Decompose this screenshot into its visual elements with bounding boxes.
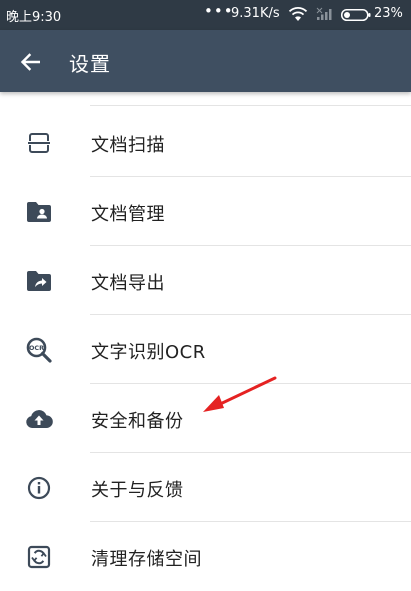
svg-text:OCR: OCR bbox=[29, 344, 44, 352]
cloud-upload-icon bbox=[25, 406, 53, 432]
settings-item-label: 文档管理 bbox=[91, 204, 165, 225]
folder-export-icon bbox=[25, 268, 53, 294]
ocr-search-icon: OCR bbox=[25, 337, 53, 363]
settings-item-label: 文档导出 bbox=[91, 273, 165, 294]
status-dots: ••• bbox=[204, 2, 234, 20]
info-icon bbox=[25, 475, 53, 501]
folder-user-icon bbox=[25, 199, 53, 225]
settings-item-label: 文档扫描 bbox=[91, 135, 165, 156]
settings-list: 文档扫描 文档管理 文档导出 OCR 文字识别OCR 安全和备份 关于与反馈 清… bbox=[0, 92, 411, 590]
arrow-left-icon bbox=[20, 53, 40, 71]
signal-icon bbox=[316, 7, 332, 20]
settings-item-clean-storage[interactable]: 清理存储空间 bbox=[0, 522, 411, 591]
settings-item-label: 清理存储空间 bbox=[91, 549, 202, 570]
back-button[interactable] bbox=[12, 44, 48, 80]
settings-item-about-feedback[interactable]: 关于与反馈 bbox=[0, 453, 411, 522]
settings-item-label: 安全和备份 bbox=[91, 411, 184, 432]
app-bar: 设置 bbox=[0, 30, 411, 92]
scan-icon bbox=[25, 130, 53, 156]
annotation-arrow bbox=[203, 376, 277, 412]
divider bbox=[90, 105, 411, 106]
clean-storage-icon bbox=[25, 544, 53, 570]
settings-item-document-manage[interactable]: 文档管理 bbox=[0, 177, 411, 246]
network-speed: 9.31K/s bbox=[231, 6, 280, 21]
status-bar: 晚上9:30 ••• 9.31K/s 23% bbox=[0, 0, 411, 30]
page-title: 设置 bbox=[69, 52, 111, 76]
battery-icon bbox=[341, 9, 371, 21]
settings-item-document-export[interactable]: 文档导出 bbox=[0, 246, 411, 315]
settings-item-document-scan[interactable]: 文档扫描 bbox=[0, 108, 411, 177]
settings-item-label: 文字识别OCR bbox=[91, 342, 206, 363]
status-time: 晚上9:30 bbox=[6, 10, 62, 25]
battery-percent: 23% bbox=[374, 6, 403, 21]
settings-item-label: 关于与反馈 bbox=[91, 480, 184, 501]
wifi-icon bbox=[288, 7, 308, 21]
